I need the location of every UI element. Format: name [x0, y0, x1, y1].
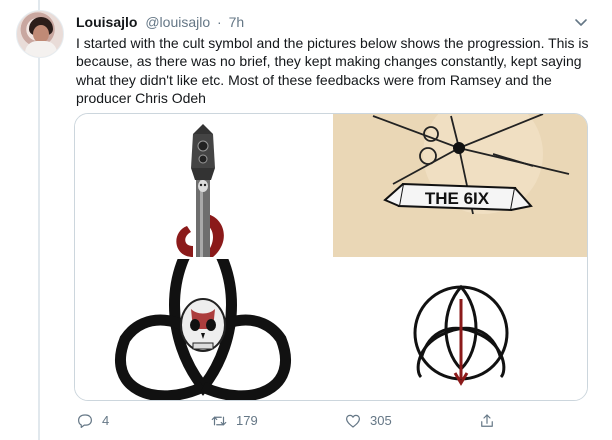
reply-icon — [78, 414, 92, 428]
heart-icon — [346, 414, 360, 428]
retweet-count: 179 — [236, 413, 258, 428]
timestamp[interactable]: 7h — [229, 14, 245, 30]
retweet-icon — [211, 416, 227, 426]
reply-count: 4 — [102, 413, 110, 428]
media-image-dagger-logo[interactable] — [75, 114, 331, 257]
retweet-button[interactable]: 179 — [210, 410, 258, 432]
tweet[interactable]: Louisajlo @louisajlo · 7h I started with… — [0, 0, 612, 440]
media-image-triquetra-arrow[interactable] — [333, 259, 587, 400]
media-grid: THE 6IX — [74, 113, 588, 401]
like-count: 305 — [370, 413, 392, 428]
author-name[interactable]: Louisajlo — [76, 14, 137, 30]
like-button[interactable]: 305 — [344, 410, 392, 432]
share-icon — [481, 414, 493, 427]
share-button[interactable] — [478, 410, 496, 432]
tweet-text: I started with the cult symbol and the p… — [76, 35, 589, 106]
banner-text: THE 6IX — [425, 189, 490, 208]
action-bar: 4 179 305 — [76, 410, 596, 432]
media-image-triquetra-skull[interactable] — [75, 259, 331, 400]
author-handle[interactable]: @louisajlo — [145, 14, 210, 30]
chevron-down-icon[interactable] — [573, 14, 589, 30]
avatar[interactable] — [16, 10, 64, 58]
reply-button[interactable]: 4 — [76, 410, 109, 432]
separator: · — [217, 14, 222, 30]
media-image-the-6ix[interactable]: THE 6IX — [333, 114, 587, 257]
thread-line — [38, 0, 40, 440]
tweet-header: Louisajlo @louisajlo · 7h — [76, 12, 596, 32]
